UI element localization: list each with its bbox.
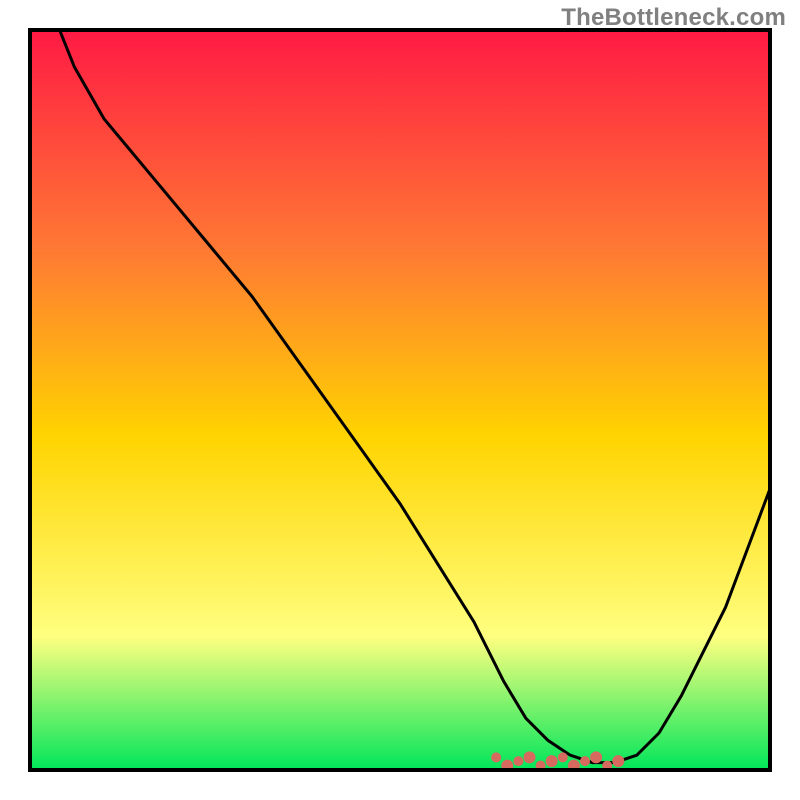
optimal-dot — [546, 755, 558, 767]
chart-container: TheBottleneck.com — [0, 0, 800, 800]
optimal-dot — [612, 755, 624, 767]
optimal-dot — [491, 752, 501, 762]
optimal-dot — [558, 752, 568, 762]
optimal-dot — [524, 751, 536, 763]
bottleneck-chart — [0, 0, 800, 800]
optimal-dot — [513, 756, 523, 766]
optimal-dot — [590, 751, 602, 763]
optimal-dot — [580, 756, 590, 766]
heatmap-background — [30, 30, 770, 770]
plot-area — [30, 30, 770, 770]
